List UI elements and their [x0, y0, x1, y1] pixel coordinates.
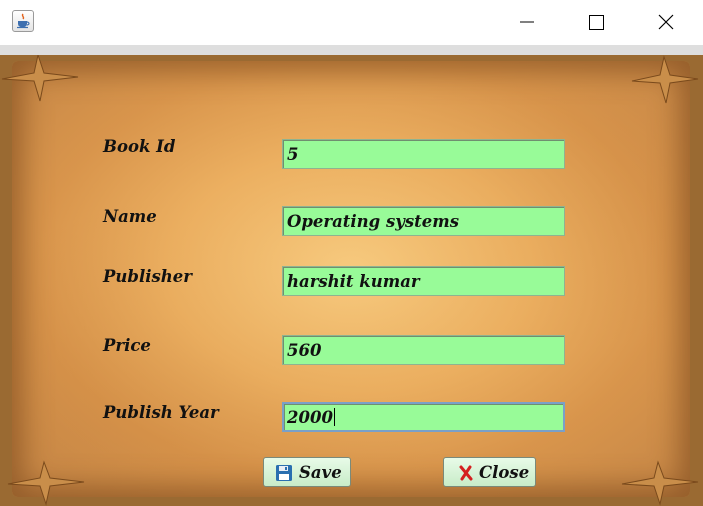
star-ornament-top-left: [1, 55, 79, 102]
save-label: Save: [299, 463, 342, 482]
title-bar: [0, 0, 703, 45]
star-ornament-bottom-left: [7, 460, 85, 506]
menu-strip: [0, 45, 703, 55]
save-button[interactable]: Save: [263, 457, 351, 487]
window-close-button[interactable]: [643, 0, 689, 45]
form-panel: Book Id 5 Name Operating systems Publish…: [0, 55, 703, 506]
book-id-label: Book Id: [103, 137, 176, 156]
book-id-value: 5: [287, 145, 299, 164]
publisher-field[interactable]: harshit kumar: [282, 266, 565, 296]
java-cup-icon[interactable]: [12, 10, 34, 32]
minimize-button[interactable]: [504, 0, 550, 45]
price-value: 560: [287, 341, 322, 360]
price-field[interactable]: 560: [282, 335, 565, 365]
publish-year-field[interactable]: 2000: [282, 402, 565, 432]
name-label: Name: [103, 207, 157, 226]
close-label: Close: [479, 463, 530, 482]
floppy-disk-icon: [276, 465, 292, 481]
publisher-label: Publisher: [103, 267, 192, 286]
maximize-icon: [589, 15, 604, 30]
star-ornament-bottom-right: [621, 460, 699, 506]
close-icon: [658, 14, 674, 30]
text-caret: [333, 408, 335, 426]
name-value: Operating systems: [287, 212, 459, 231]
maximize-button[interactable]: [573, 0, 619, 45]
red-x-icon: [459, 465, 473, 481]
book-id-field[interactable]: 5: [282, 139, 565, 169]
name-field[interactable]: Operating systems: [282, 206, 565, 236]
publish-year-label: Publish Year: [103, 403, 219, 422]
close-button[interactable]: Close: [443, 457, 536, 487]
star-ornament-top-right: [631, 55, 699, 104]
publish-year-value: 2000: [287, 408, 333, 427]
price-label: Price: [103, 336, 151, 355]
publisher-value: harshit kumar: [287, 272, 420, 291]
minimize-icon: [520, 21, 534, 23]
